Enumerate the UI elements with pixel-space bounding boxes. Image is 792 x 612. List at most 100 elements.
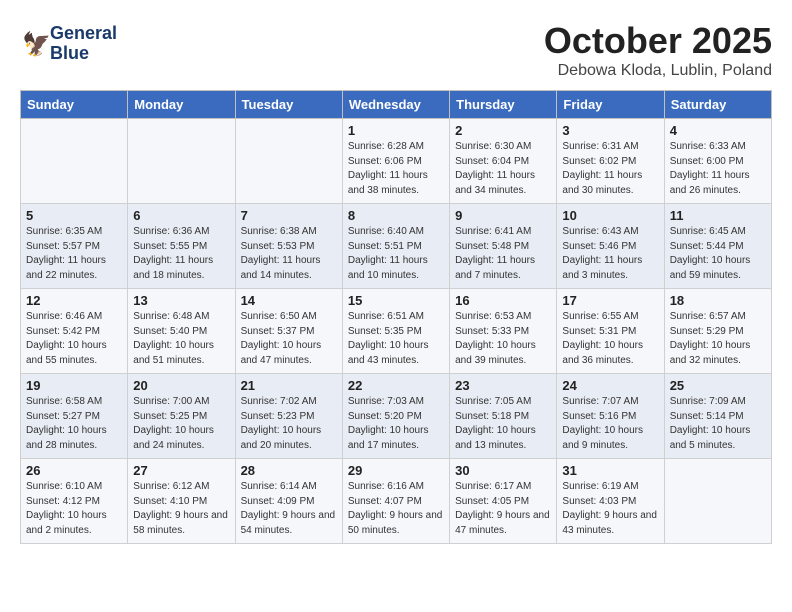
day-number: 7 xyxy=(241,208,337,223)
calendar-cell: 23 Sunrise: 7:05 AMSunset: 5:18 PMDayligh… xyxy=(450,374,557,459)
calendar-cell: 25Sunrise: 7:09 AMSunset: 5:14 PMDayligh… xyxy=(664,374,771,459)
day-number: 4 xyxy=(670,123,766,138)
calendar-cell: 1Sunrise: 6:28 AMSunset: 6:06 PMDaylight… xyxy=(342,119,449,204)
day-number: 27 xyxy=(133,463,229,478)
calendar-cell: 4 Sunrise: 6:33 AMSunset: 6:00 PMDaylight… xyxy=(664,119,771,204)
calendar-cell: 13 Sunrise: 6:48 AMSunset: 5:40 PMDayligh… xyxy=(128,289,235,374)
day-info: Sunrise: 6:40 AMSunset: 5:51 PMDaylight:… xyxy=(348,225,444,283)
day-number: 31 xyxy=(562,463,658,478)
weekday-header-row: SundayMondayTuesdayWednesdayThursdayFrid… xyxy=(21,91,772,119)
weekday-header-sunday: Sunday xyxy=(21,91,128,119)
calendar-cell: 7 Sunrise: 6:38 AMSunset: 5:53 PMDaylight… xyxy=(235,204,342,289)
day-info: Sunrise: 6:58 AMSunset: 5:27 PMDaylight:… xyxy=(26,395,122,453)
day-info: Sunrise: 6:33 AMSunset: 6:00 PMDaylight:… xyxy=(670,140,766,198)
calendar-cell: 24 Sunrise: 7:07 AMSunset: 5:16 PMDayligh… xyxy=(557,374,664,459)
day-number: 21 xyxy=(241,378,337,393)
day-number: 3 xyxy=(562,123,658,138)
day-info: Sunrise: 6:57 AMSunset: 5:29 PMDaylight:… xyxy=(670,310,766,368)
day-number: 22 xyxy=(348,378,444,393)
calendar-table: SundayMondayTuesdayWednesdayThursdayFrid… xyxy=(20,90,772,544)
calendar-cell: 12 Sunrise: 6:46 AMSunset: 5:42 PMDayligh… xyxy=(21,289,128,374)
calendar-week-2: 5Sunrise: 6:35 AMSunset: 5:57 PMDaylight… xyxy=(21,204,772,289)
calendar-cell: 9 Sunrise: 6:41 AMSunset: 5:48 PMDaylight… xyxy=(450,204,557,289)
day-info: Sunrise: 6:45 AMSunset: 5:44 PMDaylight:… xyxy=(670,225,766,283)
day-number: 6 xyxy=(133,208,229,223)
day-info: Sunrise: 6:50 AMSunset: 5:37 PMDaylight:… xyxy=(241,310,337,368)
calendar-cell: 14Sunrise: 6:50 AMSunset: 5:37 PMDayligh… xyxy=(235,289,342,374)
calendar-week-5: 26Sunrise: 6:10 AMSunset: 4:12 PMDayligh… xyxy=(21,459,772,544)
day-info: Sunrise: 7:09 AMSunset: 5:14 PMDaylight:… xyxy=(670,395,766,453)
day-number: 1 xyxy=(348,123,444,138)
calendar-cell: 15 Sunrise: 6:51 AMSunset: 5:35 PMDayligh… xyxy=(342,289,449,374)
calendar-cell xyxy=(664,459,771,544)
day-info: Sunrise: 6:46 AMSunset: 5:42 PMDaylight:… xyxy=(26,310,122,368)
day-info: Sunrise: 6:17 AMSunset: 4:05 PMDaylight:… xyxy=(455,480,551,538)
calendar-cell xyxy=(235,119,342,204)
weekday-header-saturday: Saturday xyxy=(664,91,771,119)
calendar-cell: 17 Sunrise: 6:55 AMSunset: 5:31 PMDayligh… xyxy=(557,289,664,374)
day-info: Sunrise: 6:19 AMSunset: 4:03 PMDaylight:… xyxy=(562,480,658,538)
calendar-cell: 6 Sunrise: 6:36 AMSunset: 5:55 PMDaylight… xyxy=(128,204,235,289)
day-info: Sunrise: 6:48 AMSunset: 5:40 PMDaylight:… xyxy=(133,310,229,368)
day-info: Sunrise: 6:30 AMSunset: 6:04 PMDaylight:… xyxy=(455,140,551,198)
day-info: Sunrise: 7:00 AMSunset: 5:25 PMDaylight:… xyxy=(133,395,229,453)
day-number: 8 xyxy=(348,208,444,223)
weekday-header-wednesday: Wednesday xyxy=(342,91,449,119)
day-number: 2 xyxy=(455,123,551,138)
day-number: 20 xyxy=(133,378,229,393)
calendar-cell: 18 Sunrise: 6:57 AMSunset: 5:29 PMDayligh… xyxy=(664,289,771,374)
calendar-cell: 31 Sunrise: 6:19 AMSunset: 4:03 PMDayligh… xyxy=(557,459,664,544)
weekday-header-thursday: Thursday xyxy=(450,91,557,119)
calendar-cell: 22Sunrise: 7:03 AMSunset: 5:20 PMDayligh… xyxy=(342,374,449,459)
day-info: Sunrise: 7:07 AMSunset: 5:16 PMDaylight:… xyxy=(562,395,658,453)
day-info: Sunrise: 7:02 AMSunset: 5:23 PMDaylight:… xyxy=(241,395,337,453)
day-info: Sunrise: 6:35 AMSunset: 5:57 PMDaylight:… xyxy=(26,225,122,283)
calendar-cell: 20 Sunrise: 7:00 AMSunset: 5:25 PMDayligh… xyxy=(128,374,235,459)
calendar-cell: 28 Sunrise: 6:14 AMSunset: 4:09 PMDayligh… xyxy=(235,459,342,544)
calendar-cell xyxy=(21,119,128,204)
day-number: 11 xyxy=(670,208,766,223)
day-number: 23 xyxy=(455,378,551,393)
day-number: 13 xyxy=(133,293,229,308)
day-info: Sunrise: 6:55 AMSunset: 5:31 PMDaylight:… xyxy=(562,310,658,368)
day-info: Sunrise: 6:16 AMSunset: 4:07 PMDaylight:… xyxy=(348,480,444,538)
day-info: Sunrise: 6:41 AMSunset: 5:48 PMDaylight:… xyxy=(455,225,551,283)
month-year-title: October 2025 xyxy=(20,20,772,62)
location-subtitle: Debowa Kloda, Lublin, Poland xyxy=(20,62,772,80)
day-number: 18 xyxy=(670,293,766,308)
calendar-cell: 10 Sunrise: 6:43 AMSunset: 5:46 PMDayligh… xyxy=(557,204,664,289)
day-info: Sunrise: 6:36 AMSunset: 5:55 PMDaylight:… xyxy=(133,225,229,283)
day-number: 24 xyxy=(562,378,658,393)
day-number: 17 xyxy=(562,293,658,308)
calendar-header: October 2025 Debowa Kloda, Lublin, Polan… xyxy=(20,20,772,80)
calendar-cell: 2 Sunrise: 6:30 AMSunset: 6:04 PMDaylight… xyxy=(450,119,557,204)
day-info: Sunrise: 6:43 AMSunset: 5:46 PMDaylight:… xyxy=(562,225,658,283)
calendar-cell: 19Sunrise: 6:58 AMSunset: 5:27 PMDayligh… xyxy=(21,374,128,459)
day-info: Sunrise: 6:38 AMSunset: 5:53 PMDaylight:… xyxy=(241,225,337,283)
calendar-week-1: 1Sunrise: 6:28 AMSunset: 6:06 PMDaylight… xyxy=(21,119,772,204)
calendar-cell: 29Sunrise: 6:16 AMSunset: 4:07 PMDayligh… xyxy=(342,459,449,544)
day-number: 15 xyxy=(348,293,444,308)
logo: 🦅 General Blue xyxy=(20,24,117,64)
day-info: Sunrise: 6:14 AMSunset: 4:09 PMDaylight:… xyxy=(241,480,337,538)
day-info: Sunrise: 6:12 AMSunset: 4:10 PMDaylight:… xyxy=(133,480,229,538)
calendar-cell: 26Sunrise: 6:10 AMSunset: 4:12 PMDayligh… xyxy=(21,459,128,544)
calendar-cell: 21 Sunrise: 7:02 AMSunset: 5:23 PMDayligh… xyxy=(235,374,342,459)
weekday-header-friday: Friday xyxy=(557,91,664,119)
day-number: 16 xyxy=(455,293,551,308)
calendar-cell xyxy=(128,119,235,204)
day-info: Sunrise: 6:51 AMSunset: 5:35 PMDaylight:… xyxy=(348,310,444,368)
day-info: Sunrise: 6:10 AMSunset: 4:12 PMDaylight:… xyxy=(26,480,122,538)
calendar-cell: 16Sunrise: 6:53 AMSunset: 5:33 PMDayligh… xyxy=(450,289,557,374)
calendar-cell: 3 Sunrise: 6:31 AMSunset: 6:02 PMDaylight… xyxy=(557,119,664,204)
logo-text: General Blue xyxy=(50,24,117,64)
calendar-week-4: 19Sunrise: 6:58 AMSunset: 5:27 PMDayligh… xyxy=(21,374,772,459)
day-number: 10 xyxy=(562,208,658,223)
day-number: 12 xyxy=(26,293,122,308)
calendar-cell: 30Sunrise: 6:17 AMSunset: 4:05 PMDayligh… xyxy=(450,459,557,544)
day-info: Sunrise: 6:31 AMSunset: 6:02 PMDaylight:… xyxy=(562,140,658,198)
day-number: 9 xyxy=(455,208,551,223)
calendar-cell: 8 Sunrise: 6:40 AMSunset: 5:51 PMDaylight… xyxy=(342,204,449,289)
day-info: Sunrise: 7:05 AMSunset: 5:18 PMDaylight:… xyxy=(455,395,551,453)
day-number: 28 xyxy=(241,463,337,478)
